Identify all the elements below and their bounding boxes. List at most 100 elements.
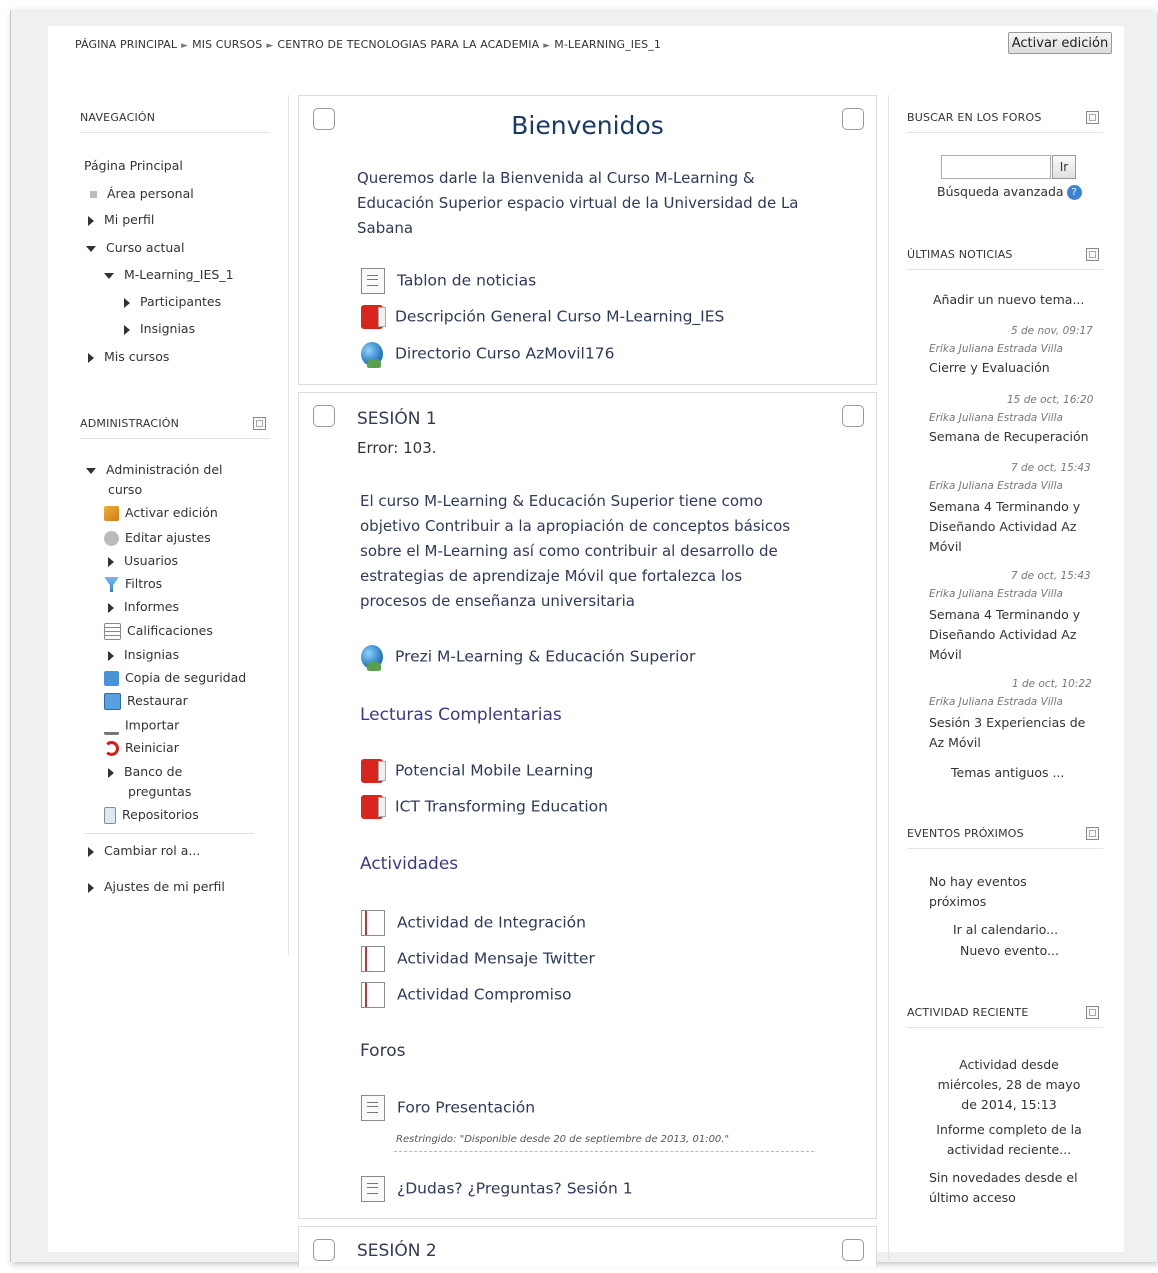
activity-reading-pdf[interactable]: Potencial Mobile Learning: [361, 759, 593, 783]
add-topic-link[interactable]: Añadir un nuevo tema...: [933, 292, 1084, 307]
news-subject-line[interactable]: Sesión 3 Experiencias de: [929, 713, 1085, 733]
activity-assignment[interactable]: Actividad de Integración: [361, 910, 586, 936]
activate-editing-button[interactable]: Activar edición: [1008, 32, 1112, 54]
help-icon[interactable]: ?: [1066, 185, 1082, 200]
news-subject-line[interactable]: Móvil: [929, 645, 1080, 665]
expand-icon[interactable]: [124, 297, 130, 308]
admin-reset[interactable]: Reiniciar: [125, 740, 179, 755]
section-select-checkbox[interactable]: [842, 1239, 864, 1261]
activity-label[interactable]: Directorio Curso AzMovil176: [395, 345, 614, 363]
expand-icon[interactable]: [108, 556, 114, 567]
expand-icon[interactable]: [88, 882, 94, 893]
dock-icon[interactable]: [1086, 1006, 1099, 1019]
section-select-checkbox[interactable]: [842, 405, 864, 427]
nav-mycourses[interactable]: Mis cursos: [104, 349, 169, 364]
news-subject-line[interactable]: Diseñando Actividad Az: [929, 517, 1080, 537]
older-topics-link[interactable]: Temas antiguos ...: [951, 765, 1064, 780]
full-report-line[interactable]: actividad reciente...: [907, 1140, 1111, 1160]
activity-directory-url[interactable]: Directorio Curso AzMovil176: [361, 342, 614, 368]
expand-icon[interactable]: [88, 215, 94, 226]
news-subject-line[interactable]: Semana 4 Terminando y: [929, 497, 1080, 517]
admin-import[interactable]: Importar: [125, 718, 179, 733]
admin-grades[interactable]: Calificaciones: [127, 623, 213, 638]
nav-profile[interactable]: Mi perfil: [104, 212, 154, 227]
dock-icon[interactable]: [1086, 827, 1099, 840]
full-report-link[interactable]: Informe completo de la actividad recient…: [907, 1120, 1111, 1160]
nav-personal[interactable]: Área personal: [107, 186, 194, 201]
breadcrumb-category[interactable]: CENTRO DE TECNOLOGIAS PARA LA ACADEMIA: [277, 38, 539, 51]
news-subject[interactable]: Cierre y Evaluación: [929, 360, 1050, 375]
admin-backup[interactable]: Copia de seguridad: [125, 670, 246, 685]
activity-forum[interactable]: ¿Dudas? ¿Preguntas? Sesión 1: [361, 1176, 633, 1202]
activity-reading-pdf[interactable]: ICT Transforming Education: [361, 795, 608, 819]
expand-icon[interactable]: [108, 650, 114, 661]
nav-current-course[interactable]: Curso actual: [106, 240, 184, 255]
activity-assignment[interactable]: Actividad Mensaje Twitter: [361, 946, 595, 972]
activity-label[interactable]: Descripción General Curso M-Learning_IES: [395, 308, 724, 326]
activity-prezi-url[interactable]: Prezi M-Learning & Educación Superior: [361, 645, 695, 671]
expand-icon[interactable]: [124, 324, 130, 335]
admin-profile-settings[interactable]: Ajustes de mi perfil: [104, 879, 225, 894]
activity-news-forum[interactable]: Tablon de noticias: [361, 268, 536, 294]
expand-icon[interactable]: [108, 602, 114, 613]
news-subject[interactable]: Semana 4 Terminando y Diseñando Activida…: [929, 605, 1080, 665]
admin-course-admin[interactable]: Administración del: [106, 462, 223, 477]
admin-reports[interactable]: Informes: [124, 599, 179, 614]
activity-label[interactable]: Prezi M-Learning & Educación Superior: [395, 648, 695, 666]
activity-label[interactable]: Actividad Compromiso: [397, 986, 572, 1004]
collapse-icon[interactable]: [86, 467, 96, 474]
new-event-link[interactable]: Nuevo evento...: [960, 943, 1059, 958]
admin-edit-settings[interactable]: Editar ajustes: [125, 530, 211, 545]
admin-activate-editing[interactable]: Activar edición: [125, 505, 218, 520]
news-subject-line[interactable]: Az Móvil: [929, 733, 1085, 753]
admin-repositories[interactable]: Repositorios: [122, 807, 199, 822]
breadcrumb-mycourses[interactable]: MIS CURSOS: [192, 38, 262, 51]
search-go-button[interactable]: Ir: [1052, 155, 1076, 179]
search-forums-input[interactable]: [941, 155, 1051, 179]
admin-filters[interactable]: Filtros: [125, 576, 162, 591]
news-subject-line[interactable]: Diseñando Actividad Az: [929, 625, 1080, 645]
activity-forum[interactable]: Foro Presentación: [361, 1095, 535, 1121]
nav-course-link[interactable]: M-Learning_IES_1: [124, 267, 234, 282]
section-select-checkbox[interactable]: [313, 405, 335, 427]
breadcrumb-course[interactable]: M-LEARNING_IES_1: [554, 38, 661, 51]
dock-icon[interactable]: [1086, 248, 1099, 261]
news-subject-line[interactable]: Semana 4 Terminando y: [929, 605, 1080, 625]
admin-users[interactable]: Usuarios: [124, 553, 178, 568]
activity-assignment[interactable]: Actividad Compromiso: [361, 982, 572, 1008]
nav-participants[interactable]: Participantes: [140, 294, 221, 309]
activity-label[interactable]: Potencial Mobile Learning: [395, 762, 593, 780]
breadcrumb-home[interactable]: PÁGINA PRINCIPAL: [75, 38, 177, 51]
activity-label[interactable]: Tablon de noticias: [397, 272, 536, 290]
admin-switch-role[interactable]: Cambiar rol a...: [104, 843, 200, 858]
full-report-line[interactable]: Informe completo de la: [907, 1120, 1111, 1140]
expand-icon[interactable]: [88, 352, 94, 363]
admin-question-bank[interactable]: Banco de: [124, 764, 182, 779]
admin-restore[interactable]: Restaurar: [127, 693, 188, 708]
advanced-search[interactable]: Búsqueda avanzada?: [937, 184, 1082, 200]
divider: [394, 1151, 814, 1152]
activity-label[interactable]: Actividad de Integración: [397, 914, 586, 932]
nav-badges[interactable]: Insignias: [140, 321, 195, 336]
url-icon: [361, 645, 383, 671]
collapse-icon[interactable]: [104, 272, 114, 279]
admin-badges[interactable]: Insignias: [124, 647, 179, 662]
section-select-checkbox[interactable]: [313, 1239, 335, 1261]
dock-icon[interactable]: [253, 417, 266, 430]
expand-icon[interactable]: [108, 767, 114, 778]
news-subject[interactable]: Semana 4 Terminando y Diseñando Activida…: [929, 497, 1080, 557]
news-subject[interactable]: Sesión 3 Experiencias de Az Móvil: [929, 713, 1085, 753]
activity-label[interactable]: Actividad Mensaje Twitter: [397, 950, 595, 968]
activity-label[interactable]: Foro Presentación: [397, 1099, 535, 1117]
activity-label[interactable]: ¿Dudas? ¿Preguntas? Sesión 1: [397, 1180, 633, 1198]
activity-label[interactable]: ICT Transforming Education: [395, 798, 608, 816]
activity-description-pdf[interactable]: Descripción General Curso M-Learning_IES: [361, 305, 724, 329]
collapse-icon[interactable]: [86, 245, 96, 252]
dock-icon[interactable]: [1086, 111, 1099, 124]
expand-icon[interactable]: [88, 846, 94, 857]
nav-home[interactable]: Página Principal: [84, 158, 183, 173]
calendar-link[interactable]: Ir al calendario...: [953, 922, 1058, 937]
news-subject[interactable]: Semana de Recuperación: [929, 429, 1089, 444]
advanced-search-link[interactable]: Búsqueda avanzada: [937, 184, 1064, 199]
news-subject-line[interactable]: Móvil: [929, 537, 1080, 557]
